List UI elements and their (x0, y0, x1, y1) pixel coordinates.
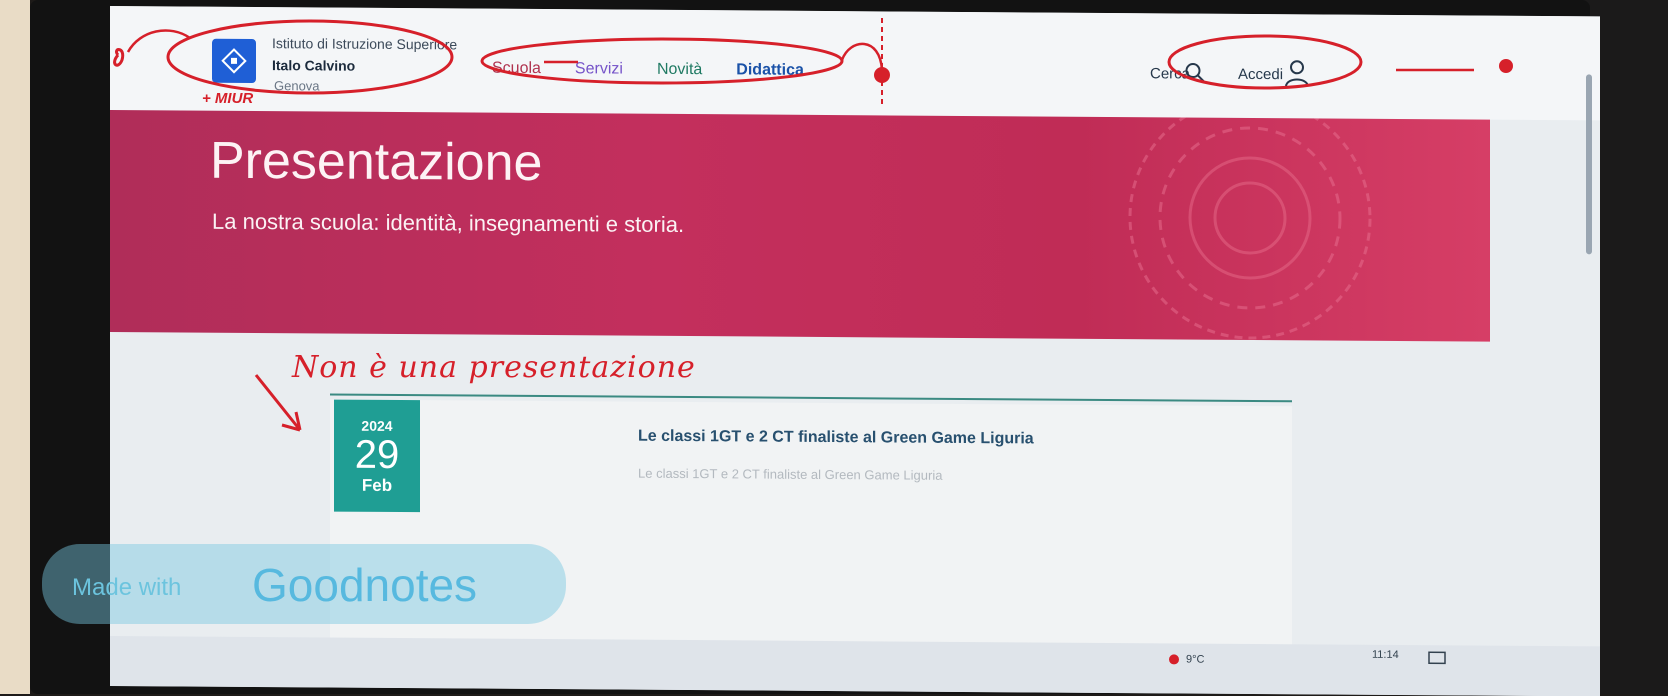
goodnotes-watermark: Made with Goodnotes (42, 544, 566, 624)
watermark-made-with: Made with (72, 574, 182, 601)
watermark-brand: Goodnotes (252, 559, 478, 611)
annotation-comment: Non è una presentazione (292, 350, 696, 385)
annotation-miur: + MIUR (202, 90, 254, 107)
